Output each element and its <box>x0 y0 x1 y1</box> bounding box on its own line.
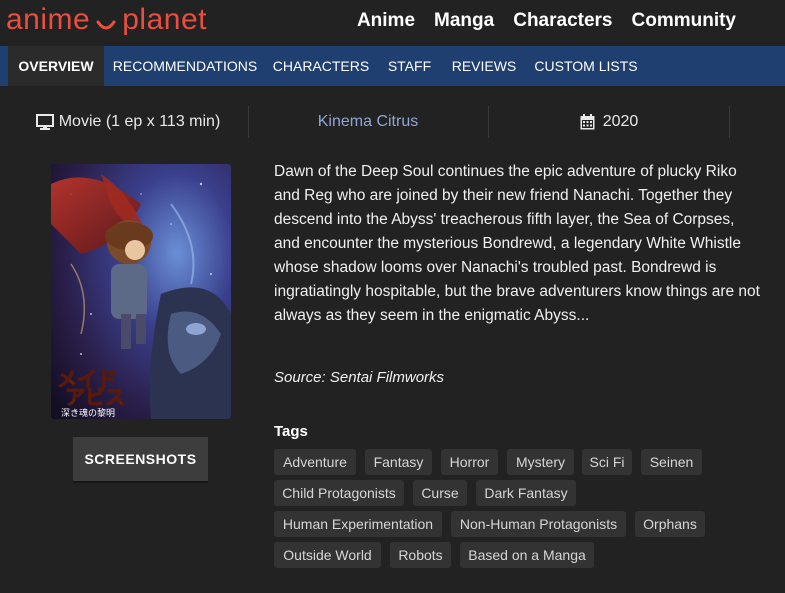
main-nav: Anime Manga Characters Community <box>357 8 736 34</box>
entry-studio: Kinema Citrus <box>249 100 487 144</box>
poster-art: メイド アビス 深き魂の黎明 <box>51 164 231 419</box>
calendar-icon <box>580 114 595 130</box>
tag-mystery[interactable]: Mystery <box>507 449 574 475</box>
tab-recommendations[interactable]: RECOMMENDATIONS <box>110 46 260 86</box>
meta-divider <box>729 106 730 138</box>
tag-child-protagonists[interactable]: Child Protagonists <box>274 480 404 506</box>
nav-anime[interactable]: Anime <box>357 8 415 34</box>
tag-dark-fantasy[interactable]: Dark Fantasy <box>476 480 576 506</box>
nav-community[interactable]: Community <box>632 8 737 34</box>
tag-based-on-a-manga[interactable]: Based on a Manga <box>460 542 594 568</box>
site-logo[interactable]: anime planet <box>6 2 207 38</box>
entry-year: 2020 <box>489 100 729 144</box>
tag-seinen[interactable]: Seinen <box>641 449 702 475</box>
poster-subtitle-jp: 深き魂の黎明 <box>61 407 115 419</box>
tag-curse[interactable]: Curse <box>413 480 467 506</box>
synopsis-text: Dawn of the Deep Soul continues the epic… <box>274 163 760 324</box>
tag-robots[interactable]: Robots <box>390 542 451 568</box>
entry-meta-bar: Movie (1 ep x 113 min) Kinema Citrus 202… <box>0 100 785 144</box>
tag-human-experimentation[interactable]: Human Experimentation <box>274 511 442 537</box>
poster-image[interactable]: メイド アビス 深き魂の黎明 <box>51 164 231 419</box>
nav-characters[interactable]: Characters <box>513 8 612 34</box>
tags-heading: Tags <box>274 423 308 440</box>
tag-outside-world[interactable]: Outside World <box>274 542 381 568</box>
tab-overview[interactable]: OVERVIEW <box>8 46 104 86</box>
screenshots-button[interactable]: SCREENSHOTS <box>73 437 208 481</box>
tag-non-human-protagonists[interactable]: Non-Human Protagonists <box>451 511 626 537</box>
logo-text-anime: anime <box>6 3 91 36</box>
tab-characters[interactable]: CHARACTERS <box>268 46 374 86</box>
year-text: 2020 <box>602 113 639 130</box>
tag-horror[interactable]: Horror <box>441 449 498 475</box>
synopsis-source: Source: Sentai Filmworks <box>274 369 445 386</box>
entry-type-text: Movie (1 ep x 113 min) <box>58 113 221 130</box>
tab-custom-lists[interactable]: CUSTOM LISTS <box>531 46 641 86</box>
entry-type: Movie (1 ep x 113 min) <box>8 100 248 144</box>
studio-link[interactable]: Kinema Citrus <box>318 113 418 131</box>
poster-title-jp-2: アビス <box>65 385 125 409</box>
logo-text-planet: planet <box>122 3 207 36</box>
smile-logo-icon <box>96 20 116 30</box>
monitor-icon <box>35 114 54 130</box>
tag-adventure[interactable]: Adventure <box>274 449 356 475</box>
top-header: anime planet Anime Manga Characters Comm… <box>0 0 785 46</box>
section-tabs: OVERVIEW RECOMMENDATIONS CHARACTERS STAF… <box>0 46 785 86</box>
tab-reviews[interactable]: REVIEWS <box>446 46 522 86</box>
tag-orphans[interactable]: Orphans <box>635 511 705 537</box>
nav-manga[interactable]: Manga <box>434 8 494 34</box>
tab-staff[interactable]: STAFF <box>382 46 437 86</box>
tag-fantasy[interactable]: Fantasy <box>365 449 432 475</box>
tag-sci-fi[interactable]: Sci Fi <box>582 449 632 475</box>
